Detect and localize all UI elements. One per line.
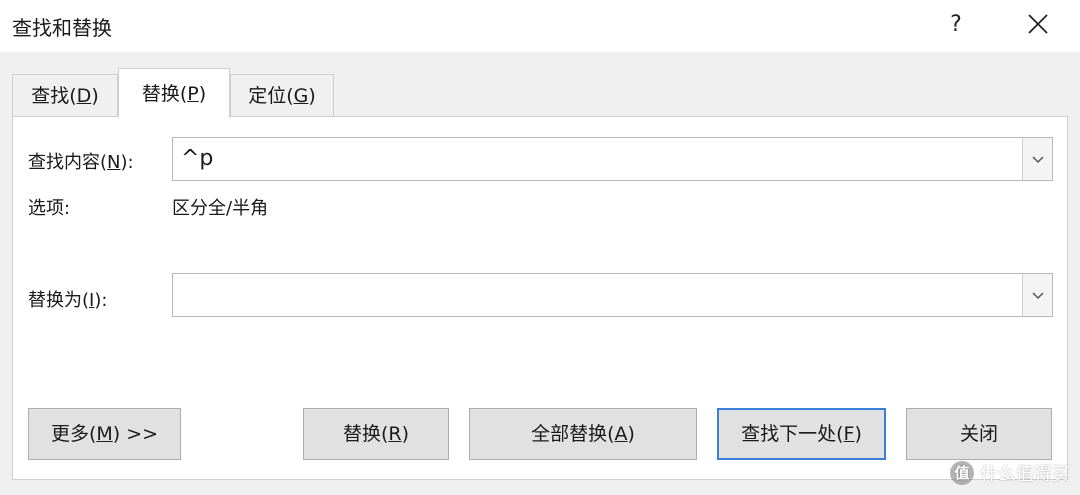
- close-button[interactable]: 关闭: [906, 408, 1052, 460]
- watermark-logo-icon: 值: [950, 461, 974, 485]
- replace-all-button[interactable]: 全部替换(A): [469, 408, 697, 460]
- tab-goto[interactable]: 定位(G): [230, 74, 334, 116]
- help-button[interactable]: ?: [940, 6, 972, 44]
- tab-replace[interactable]: 替换(P): [118, 68, 230, 118]
- close-window-button[interactable]: [1018, 6, 1058, 44]
- find-replace-dialog: 查找和替换 ? 查找(D) 替换(P) 定位(G) 查找内容(N): ^p 选项…: [0, 0, 1080, 495]
- chevron-down-icon: [1031, 156, 1044, 164]
- more-button[interactable]: 更多(M) >>: [28, 408, 181, 460]
- title-bar: 查找和替换 ?: [0, 0, 1080, 52]
- replace-with-dropdown-button[interactable]: [1022, 274, 1052, 316]
- tab-find[interactable]: 查找(D): [12, 74, 118, 116]
- chevron-down-icon: [1031, 292, 1044, 300]
- close-icon: [1028, 14, 1048, 34]
- replace-with-combobox[interactable]: [172, 273, 1053, 317]
- find-what-dropdown-button[interactable]: [1022, 138, 1052, 180]
- watermark: 值 什么值得买: [950, 458, 1070, 488]
- tab-goto-label: 定位(G): [248, 85, 316, 107]
- find-what-label: 查找内容(N):: [28, 152, 134, 173]
- window-title: 查找和替换: [12, 16, 112, 40]
- find-next-button[interactable]: 查找下一处(F): [717, 408, 886, 460]
- replace-with-label: 替换为(I):: [28, 290, 108, 311]
- options-label: 选项:: [28, 198, 71, 219]
- find-what-combobox[interactable]: ^p: [172, 137, 1053, 181]
- tab-replace-label: 替换(P): [141, 83, 207, 105]
- replace-button[interactable]: 替换(R): [303, 408, 449, 460]
- watermark-text: 什么值得买: [980, 464, 1070, 485]
- find-what-input[interactable]: ^p: [181, 138, 213, 180]
- options-value: 区分全/半角: [172, 198, 269, 219]
- tab-find-label: 查找(D): [31, 85, 99, 107]
